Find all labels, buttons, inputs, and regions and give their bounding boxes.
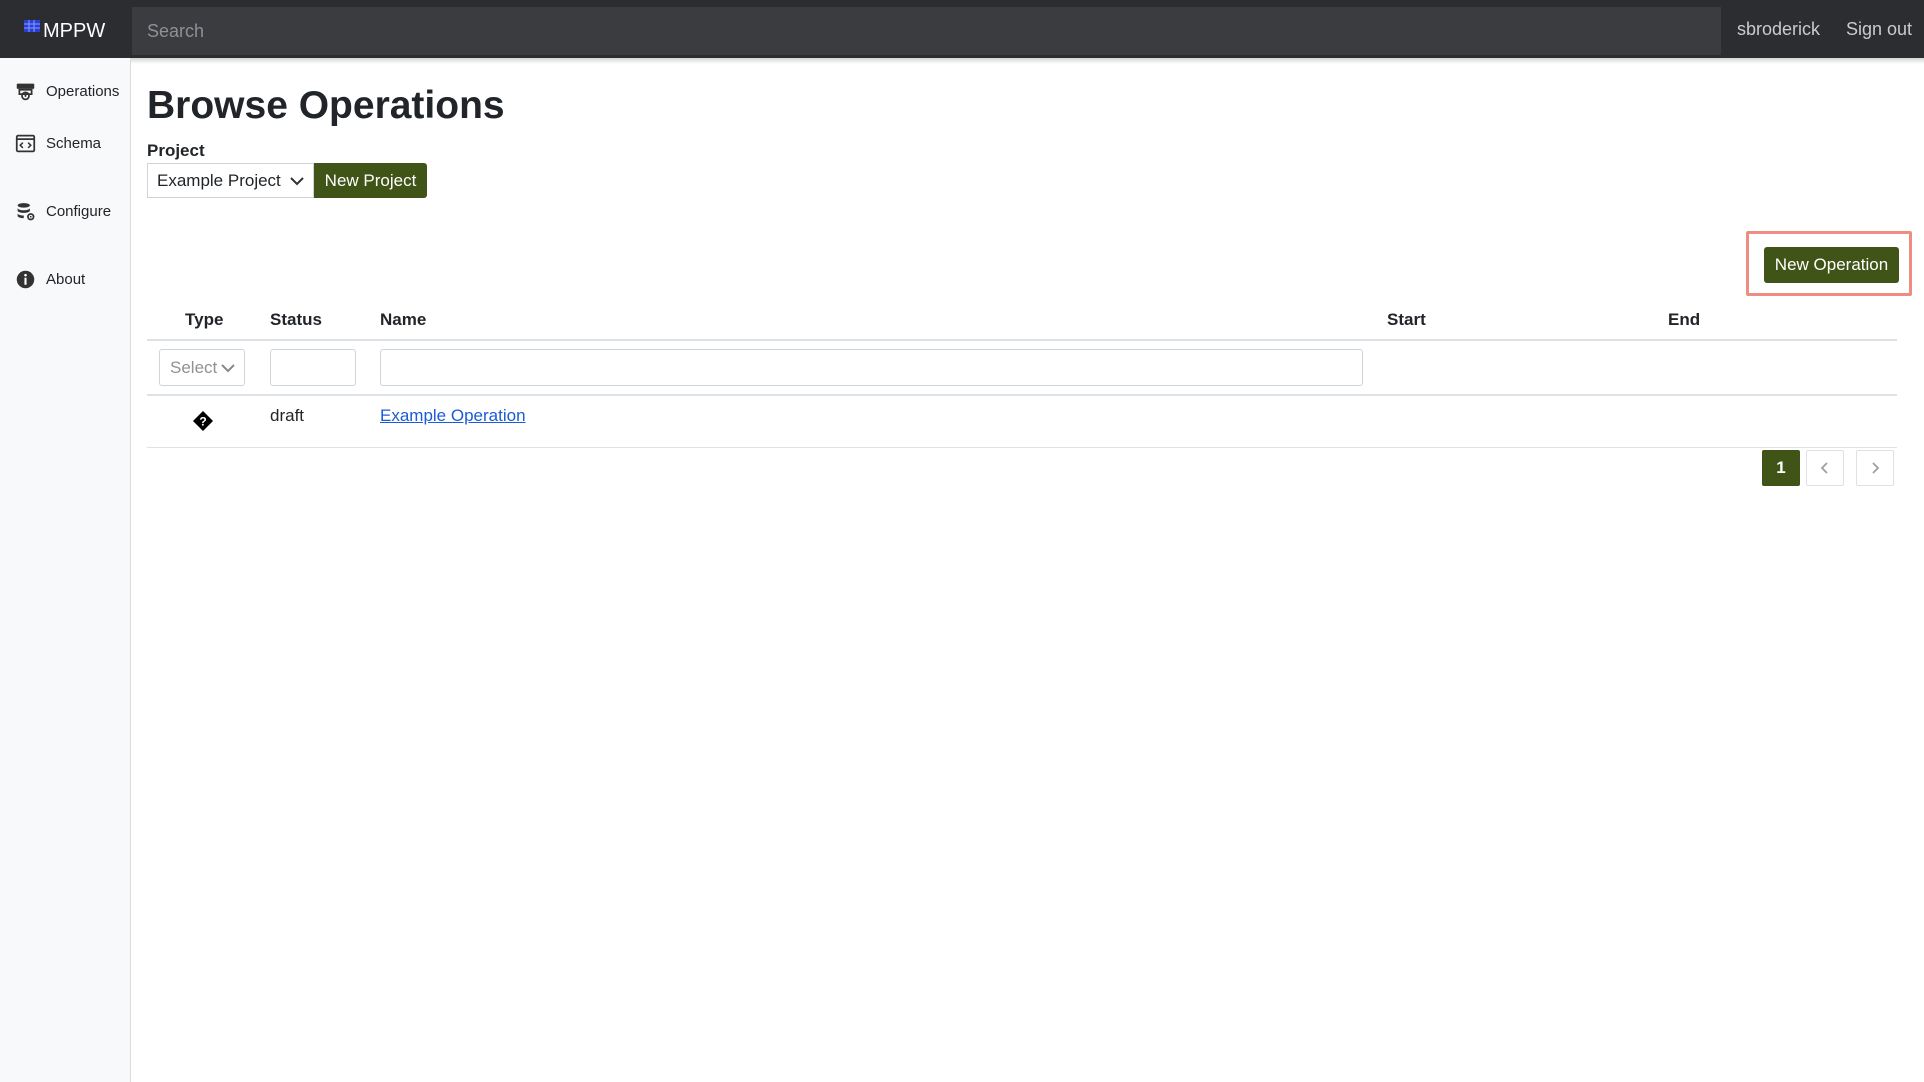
chevron-down-icon (290, 177, 304, 186)
navbar-shadow (0, 58, 1924, 64)
status-cell: draft (270, 406, 305, 425)
sidebar-item-label: Operations (46, 83, 120, 100)
search-input[interactable] (132, 7, 1721, 55)
sidebar-item-operations[interactable]: Operations (15, 81, 119, 102)
sidebar: Operations Schema Configure About (0, 58, 131, 1082)
username-link[interactable]: sbroderick (1737, 0, 1820, 58)
unknown-type-icon: ? (193, 411, 213, 431)
top-navbar: MPPW sbroderick Sign out (0, 0, 1924, 58)
operations-icon (16, 83, 35, 101)
configure-icon (17, 203, 35, 221)
pagination-page-1[interactable]: 1 (1762, 450, 1800, 486)
pagination-next-button[interactable] (1856, 450, 1894, 486)
chevron-right-icon (1872, 462, 1880, 474)
name-filter-input[interactable] (380, 349, 1363, 386)
schema-icon (15, 134, 36, 153)
page-title: Browse Operations (147, 84, 505, 127)
column-header-start: Start (1387, 310, 1426, 329)
operation-name-link[interactable]: Example Operation (380, 406, 526, 426)
chevron-left-icon (1820, 462, 1828, 474)
type-filter-select[interactable]: Select (159, 349, 245, 386)
project-label: Project (147, 141, 205, 160)
sidebar-item-label: Configure (46, 203, 112, 220)
signout-link[interactable]: Sign out (1846, 0, 1912, 58)
info-icon (16, 270, 35, 289)
project-select[interactable]: Example Project (147, 163, 314, 198)
column-header-name: Name (380, 310, 427, 329)
column-header-type: Type (185, 310, 224, 329)
row-divider (147, 447, 1897, 448)
sidebar-item-label: Schema (46, 135, 102, 152)
sidebar-item-label: About (46, 271, 86, 288)
new-operation-button[interactable]: New Operation (1764, 247, 1899, 283)
brand[interactable]: MPPW (24, 18, 105, 44)
pagination-prev-button[interactable] (1806, 450, 1844, 486)
column-header-end: End (1668, 310, 1701, 329)
project-select-value: Example Project (157, 170, 281, 190)
svg-text:?: ? (199, 415, 206, 429)
filter-row-divider (147, 394, 1897, 396)
sidebar-item-about[interactable]: About (15, 269, 85, 290)
sidebar-item-configure[interactable]: Configure (15, 201, 111, 222)
table-header-divider (147, 339, 1897, 341)
chevron-down-icon (221, 364, 235, 373)
sidebar-item-schema[interactable]: Schema (15, 133, 101, 154)
brand-name: MPPW (43, 19, 106, 42)
brand-logo-icon (24, 20, 40, 32)
new-project-button[interactable]: New Project (314, 163, 427, 198)
column-header-status: Status (270, 310, 322, 329)
status-filter-input[interactable] (270, 349, 356, 386)
type-filter-placeholder: Select (170, 357, 218, 377)
